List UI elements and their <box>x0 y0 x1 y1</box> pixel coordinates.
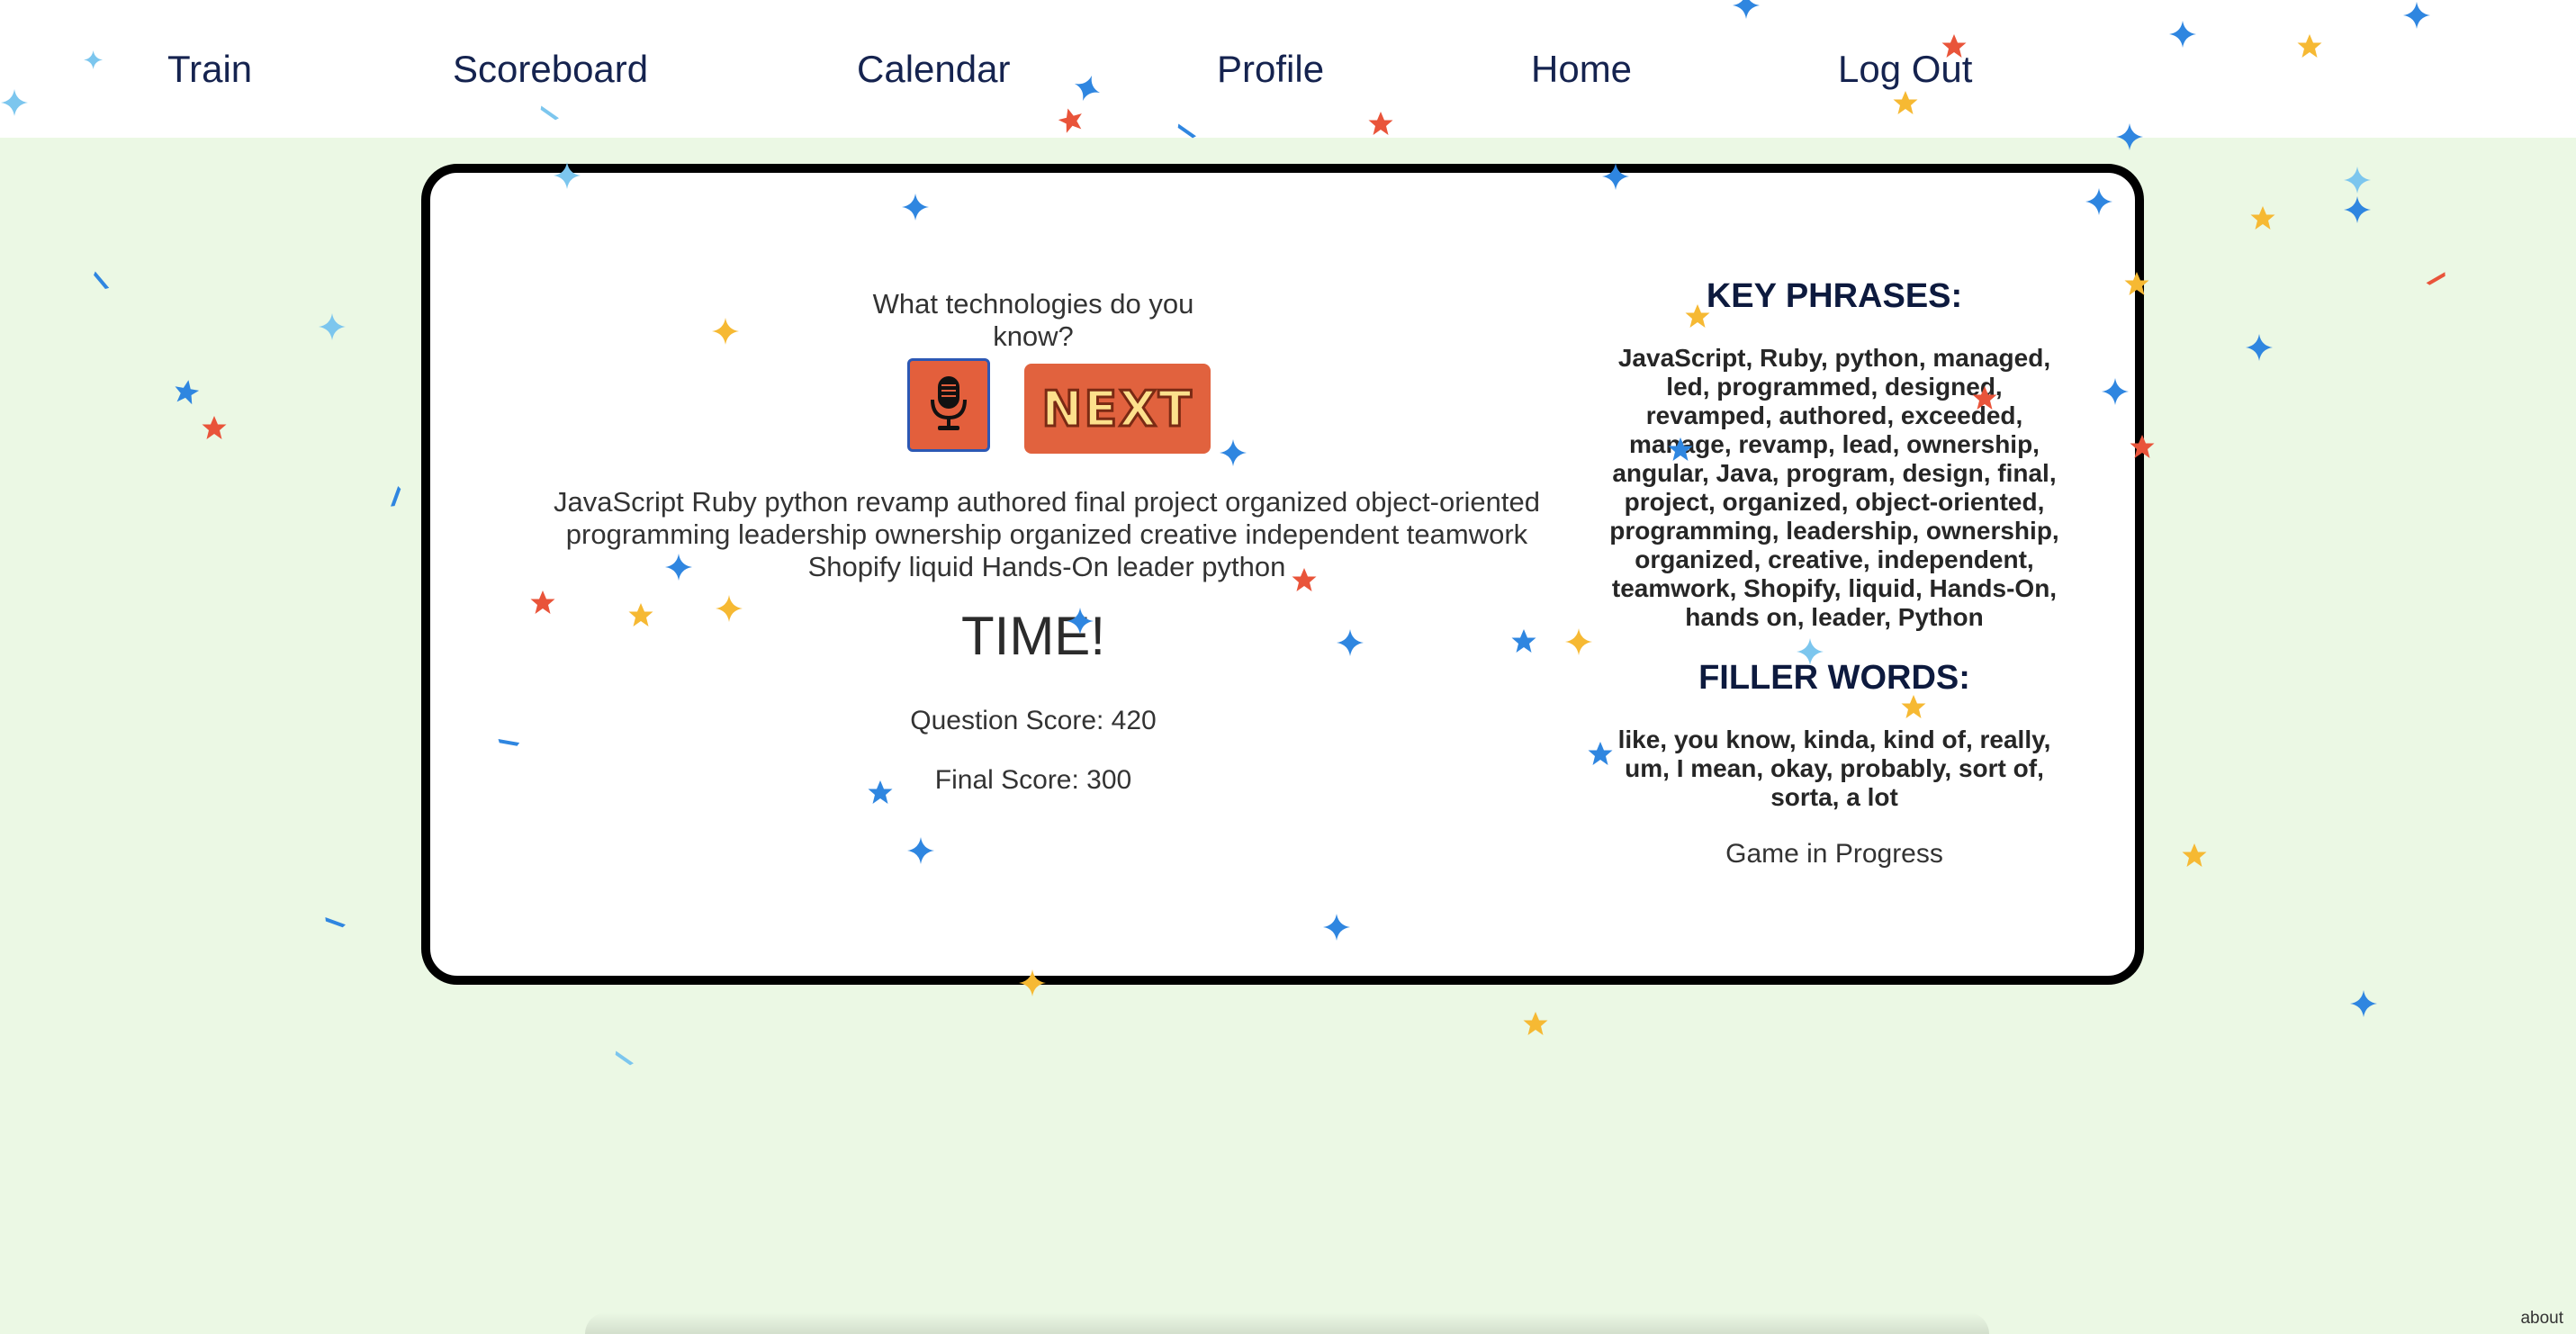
transcript-text: JavaScript Ruby python revamp authored f… <box>554 486 1540 582</box>
nav-link-train[interactable]: Train <box>167 47 252 92</box>
key-phrases-heading: KEY PHRASES: <box>1706 277 1963 315</box>
nav-link-profile[interactable]: Profile <box>1217 47 1324 92</box>
confetti-sparkle-icon <box>2246 334 2273 361</box>
game-card: What technologies do you know? NEXT Java… <box>421 164 2144 985</box>
key-phrases-list: JavaScript, Ruby, python, managed, led, … <box>1609 344 2059 631</box>
confetti-sparkle-icon <box>319 313 346 340</box>
confetti-sparkle-icon <box>2344 196 2371 223</box>
question-text: What technologies do you know? <box>872 288 1194 352</box>
record-button[interactable] <box>907 358 990 452</box>
confetti-streak-icon <box>391 486 401 508</box>
filler-words-heading: FILLER WORDS: <box>1698 659 1970 697</box>
confetti-streak-icon <box>614 1050 634 1067</box>
confetti-star-icon <box>1523 1012 1548 1035</box>
microphone-icon <box>929 374 968 437</box>
nav-link-logout[interactable]: Log Out <box>1838 47 1972 92</box>
final-score: Final Score: 300 <box>934 765 1132 795</box>
confetti-star-icon <box>2250 206 2275 230</box>
confetti-streak-icon <box>2426 272 2447 286</box>
next-button-label: NEXT <box>1040 379 1193 438</box>
filler-words-list: like, you know, kinda, kind of, really, … <box>1617 726 2051 811</box>
nav-link-scoreboard[interactable]: Scoreboard <box>453 47 648 92</box>
next-button[interactable]: NEXT <box>1024 364 1211 454</box>
confetti-star-icon <box>202 416 227 439</box>
confetti-streak-icon <box>92 271 110 291</box>
nav-link-calendar[interactable]: Calendar <box>857 47 1010 92</box>
confetti-star-icon <box>172 377 201 406</box>
confetti-star-icon <box>2182 843 2207 867</box>
top-navbar: Train Scoreboard Calendar Profile Home L… <box>0 0 2576 138</box>
nav-link-home[interactable]: Home <box>1531 47 1632 92</box>
confetti-sparkle-icon <box>2350 990 2377 1017</box>
time-up-label: TIME! <box>961 606 1105 666</box>
about-link[interactable]: about <box>2520 1309 2563 1329</box>
game-status: Game in Progress <box>1725 839 1943 869</box>
confetti-sparkle-icon <box>2344 167 2371 194</box>
confetti-streak-icon <box>324 917 346 928</box>
footer-shadow <box>585 1312 1989 1334</box>
question-score: Question Score: 420 <box>910 706 1157 735</box>
